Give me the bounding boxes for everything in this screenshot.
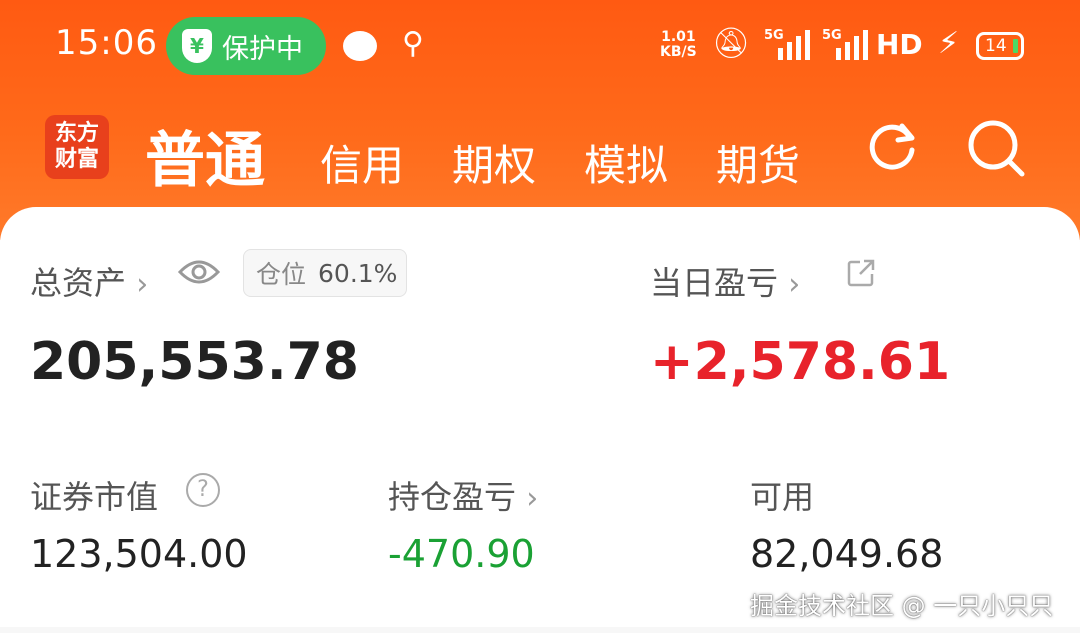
share-external-icon[interactable]: [846, 258, 876, 288]
tab-futures[interactable]: 期货: [716, 132, 800, 193]
status-bar: 15:06 ¥ 保护中 ⚲ 1.01 KB/S 🔕︎ 5G 5G HD ⚡︎ 1…: [0, 0, 1080, 92]
protection-label: 保护中: [222, 33, 303, 65]
tab-simulation[interactable]: 模拟: [584, 132, 668, 193]
market-value-label: 证券市值: [30, 478, 159, 516]
holding-pnl-value: -470.90: [388, 532, 535, 576]
watermark: 掘金技术社区 @ 一只小只只: [750, 592, 1054, 620]
chevron-right-icon: ›: [788, 267, 801, 302]
total-assets-value: 205,553.78: [30, 332, 359, 392]
help-question-icon[interactable]: ?: [186, 473, 220, 507]
shield-icon: ¥: [182, 29, 212, 63]
search-icon[interactable]: [966, 118, 1026, 178]
header: 15:06 ¥ 保护中 ⚲ 1.01 KB/S 🔕︎ 5G 5G HD ⚡︎ 1…: [0, 0, 1080, 240]
mute-bell-icon: 🔕︎: [712, 26, 751, 61]
app-logo: 东方 财富: [45, 115, 109, 179]
usb-icon: ⚲: [402, 26, 424, 61]
chevron-right-icon: ›: [136, 267, 149, 302]
daily-pnl-label[interactable]: 当日盈亏 ›: [650, 258, 800, 304]
daily-pnl-value: +2,578.61: [650, 332, 951, 392]
refresh-icon[interactable]: [864, 118, 920, 174]
total-assets-label[interactable]: 总资产 ›: [30, 258, 148, 304]
signal-bars-icon: [778, 30, 810, 60]
chat-bubble-icon: [343, 31, 377, 61]
market-value: 123,504.00: [30, 532, 248, 576]
position-ratio-badge: 仓位 60.1%: [243, 249, 407, 297]
battery-icon: 14: [976, 32, 1024, 60]
available-value: 82,049.68: [750, 532, 944, 576]
chevron-right-icon: ›: [526, 481, 539, 516]
clock: 15:06: [55, 23, 158, 63]
hd-voice-label: HD: [876, 28, 923, 61]
charging-icon: ⚡︎: [938, 26, 960, 61]
protection-badge[interactable]: ¥ 保护中: [166, 17, 326, 75]
network-speed: 1.01 KB/S: [660, 29, 697, 60]
tab-normal[interactable]: 普通: [145, 112, 265, 199]
eye-icon[interactable]: [178, 258, 220, 286]
tab-options[interactable]: 期权: [452, 132, 536, 193]
tab-credit[interactable]: 信用: [320, 132, 404, 193]
signal-bars-icon-2: [836, 30, 868, 60]
available-label: 可用: [750, 478, 815, 516]
holding-pnl-label[interactable]: 持仓盈亏 ›: [388, 472, 538, 518]
